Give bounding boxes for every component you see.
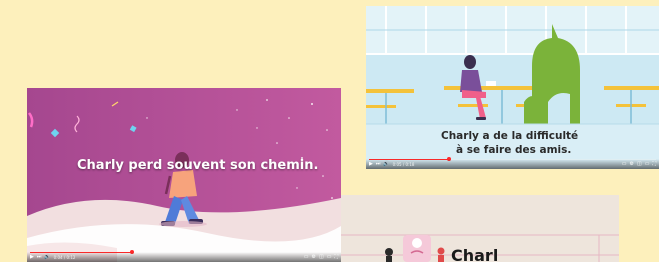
play-icon[interactable]: ▶ [369,161,373,167]
video-time: 0:04 / 0:12 [53,254,76,260]
play-icon[interactable]: ▶ [30,254,34,260]
next-icon[interactable]: ⏭ [37,254,42,260]
video-card-lost-way[interactable]: Charly perd souvent son chemin. ▶ ⏭ 🔊 0:… [27,88,341,262]
subtitles-icon[interactable]: ▭ [622,161,627,167]
video-controls: ▶ ⏭ 🔊 0:05 / 0:18 ▭ ⚙ ◫ ▭ ⛶ [366,159,659,169]
video-card-third[interactable]: Charl [341,195,619,262]
fullscreen-icon[interactable]: ⛶ [652,161,656,167]
theater-icon[interactable]: ▭ [327,254,332,260]
video-title-fragment: Charl [451,246,499,262]
subtitles-icon[interactable]: ▭ [304,254,309,260]
volume-icon[interactable]: 🔊 [383,161,389,167]
video-caption-line-1: Charly a de la difficulté [441,130,579,142]
video-caption: Charly perd souvent son chemin. [77,158,319,173]
miniplayer-icon[interactable]: ◫ [637,161,642,167]
theater-icon[interactable]: ▭ [645,161,650,167]
next-icon[interactable]: ⏭ [376,161,381,167]
volume-icon[interactable]: 🔊 [44,254,50,260]
miniplayer-icon[interactable]: ◫ [319,254,324,260]
settings-icon[interactable]: ⚙ [630,161,634,167]
video-time: 0:05 / 0:18 [392,161,415,167]
video-caption-line-2: à se faire des amis. [456,144,572,156]
video-controls: ▶ ⏭ 🔊 0:04 / 0:12 ▭ ⚙ ◫ ▭ ⛶ [27,252,341,262]
video-card-making-friends[interactable]: Charly a de la difficulté à se faire des… [366,6,659,169]
settings-icon[interactable]: ⚙ [312,254,316,260]
fullscreen-icon[interactable]: ⛶ [334,254,338,260]
video-thumbnail-pink-scene [27,88,341,262]
